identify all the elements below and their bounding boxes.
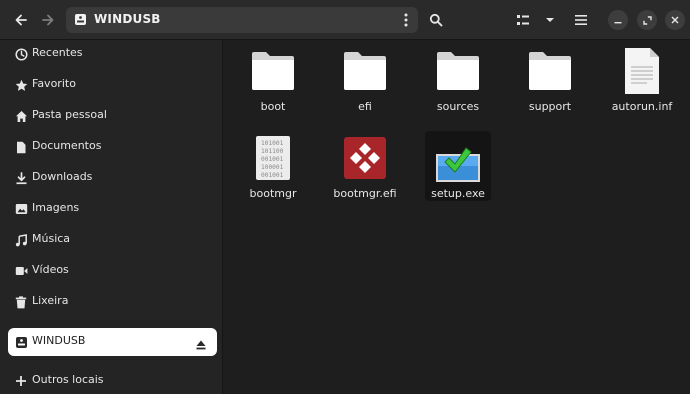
vertical-dots-icon bbox=[404, 13, 408, 27]
drive-icon bbox=[75, 14, 86, 25]
sidebar-item-label: Pasta pessoal bbox=[32, 108, 107, 121]
sidebar-item-musica[interactable]: Música bbox=[8, 226, 217, 254]
trash-icon bbox=[14, 295, 28, 309]
sidebar-item-windusb[interactable]: WINDUSB bbox=[8, 328, 217, 356]
svg-text:101001: 101001 bbox=[261, 140, 284, 147]
path-bar[interactable]: WINDUSB bbox=[66, 7, 418, 33]
arrow-left-icon bbox=[15, 14, 27, 26]
file-item-bootmgr[interactable]: 101001 101100 001001 100001 001001 bootmgr bbox=[229, 133, 317, 217]
sidebar-item-imagens[interactable]: Imagens bbox=[8, 195, 217, 223]
file-name: boot bbox=[260, 100, 286, 113]
sidebar-item-favorito[interactable]: Favorito bbox=[8, 71, 217, 99]
file-name: sources bbox=[436, 100, 480, 113]
file-name: bootmgr.efi bbox=[333, 187, 397, 200]
sidebar-item-label: WINDUSB bbox=[32, 334, 86, 347]
binary-file-icon: 101001 101100 001001 100001 001001 bbox=[229, 133, 317, 183]
arrow-right-icon bbox=[42, 14, 54, 26]
search-icon bbox=[429, 13, 443, 27]
music-icon bbox=[14, 233, 28, 247]
header-bar: WINDUSB bbox=[0, 0, 690, 40]
view-toggle-button[interactable] bbox=[509, 6, 537, 34]
maximize-icon bbox=[642, 15, 652, 25]
folder-icon bbox=[506, 46, 594, 96]
home-icon bbox=[14, 109, 28, 123]
file-name: efi bbox=[358, 100, 372, 113]
folder-icon bbox=[321, 46, 409, 96]
drive-icon bbox=[14, 335, 28, 349]
sidebar-item-downloads[interactable]: Downloads bbox=[8, 164, 217, 192]
text-file-icon bbox=[598, 46, 686, 96]
file-item-autorun[interactable]: autorun.inf bbox=[598, 46, 686, 130]
sidebar: Recentes Favorito Pasta pessoal Document… bbox=[0, 40, 223, 394]
sidebar-item-lixeira[interactable]: Lixeira bbox=[8, 288, 217, 316]
plus-icon bbox=[14, 374, 28, 388]
sidebar-item-label: Documentos bbox=[32, 139, 102, 152]
file-view[interactable]: boot efi sources support autorun.inf 101… bbox=[224, 40, 690, 394]
forward-button[interactable] bbox=[34, 6, 62, 34]
list-view-icon bbox=[517, 15, 529, 25]
download-icon bbox=[14, 171, 28, 185]
file-item-bootmgr-efi[interactable]: bootmgr.efi bbox=[321, 133, 409, 217]
sidebar-item-label: Música bbox=[32, 232, 71, 245]
file-item-sources[interactable]: sources bbox=[414, 46, 502, 130]
file-name: autorun.inf bbox=[611, 100, 673, 113]
video-icon bbox=[14, 264, 28, 278]
efi-file-icon bbox=[321, 133, 409, 183]
file-item-support[interactable]: support bbox=[506, 46, 594, 130]
sidebar-item-label: Recentes bbox=[32, 46, 83, 59]
minimize-icon bbox=[614, 22, 622, 24]
chevron-down-icon bbox=[546, 18, 554, 22]
folder-icon bbox=[229, 46, 317, 96]
close-button[interactable] bbox=[665, 10, 685, 30]
sidebar-item-videos[interactable]: Vídeos bbox=[8, 257, 217, 285]
sidebar-item-documentos[interactable]: Documentos bbox=[8, 133, 217, 161]
sidebar-item-label: Lixeira bbox=[32, 294, 69, 307]
file-item-boot[interactable]: boot bbox=[229, 46, 317, 130]
svg-text:001001: 001001 bbox=[261, 172, 284, 179]
svg-text:001001: 001001 bbox=[261, 156, 284, 163]
hamburger-icon bbox=[575, 15, 587, 25]
search-button[interactable] bbox=[422, 6, 450, 34]
clock-icon bbox=[14, 47, 28, 61]
sidebar-item-label: Downloads bbox=[32, 170, 93, 183]
sidebar-item-label: Favorito bbox=[32, 77, 76, 90]
file-name: support bbox=[528, 100, 572, 113]
sidebar-item-recentes[interactable]: Recentes bbox=[8, 40, 217, 68]
eject-icon[interactable] bbox=[195, 336, 207, 350]
svg-text:100001: 100001 bbox=[261, 164, 284, 171]
close-icon bbox=[671, 16, 679, 24]
star-icon bbox=[14, 78, 28, 92]
minimize-button[interactable] bbox=[608, 10, 628, 30]
back-button[interactable] bbox=[7, 6, 35, 34]
sidebar-item-label: Outros locais bbox=[32, 373, 104, 386]
path-menu-button[interactable] bbox=[400, 11, 412, 29]
view-options bbox=[509, 6, 564, 34]
file-name: bootmgr bbox=[249, 187, 297, 200]
file-name: setup.exe bbox=[431, 187, 485, 200]
file-item-efi[interactable]: efi bbox=[321, 46, 409, 130]
sidebar-item-label: Imagens bbox=[32, 201, 80, 214]
image-icon bbox=[14, 202, 28, 216]
document-icon bbox=[14, 140, 28, 154]
folder-icon bbox=[414, 46, 502, 96]
view-dropdown-button[interactable] bbox=[536, 6, 564, 34]
sidebar-item-pasta-pessoal[interactable]: Pasta pessoal bbox=[8, 102, 217, 130]
main-menu-button[interactable] bbox=[567, 6, 595, 34]
path-label: WINDUSB bbox=[94, 12, 161, 26]
maximize-button[interactable] bbox=[637, 10, 657, 30]
sidebar-item-outros-locais[interactable]: Outros locais bbox=[8, 367, 217, 394]
sidebar-item-label: Vídeos bbox=[32, 263, 69, 276]
file-item-setup-exe[interactable]: setup.exe bbox=[414, 131, 502, 217]
svg-text:101100: 101100 bbox=[261, 148, 284, 155]
